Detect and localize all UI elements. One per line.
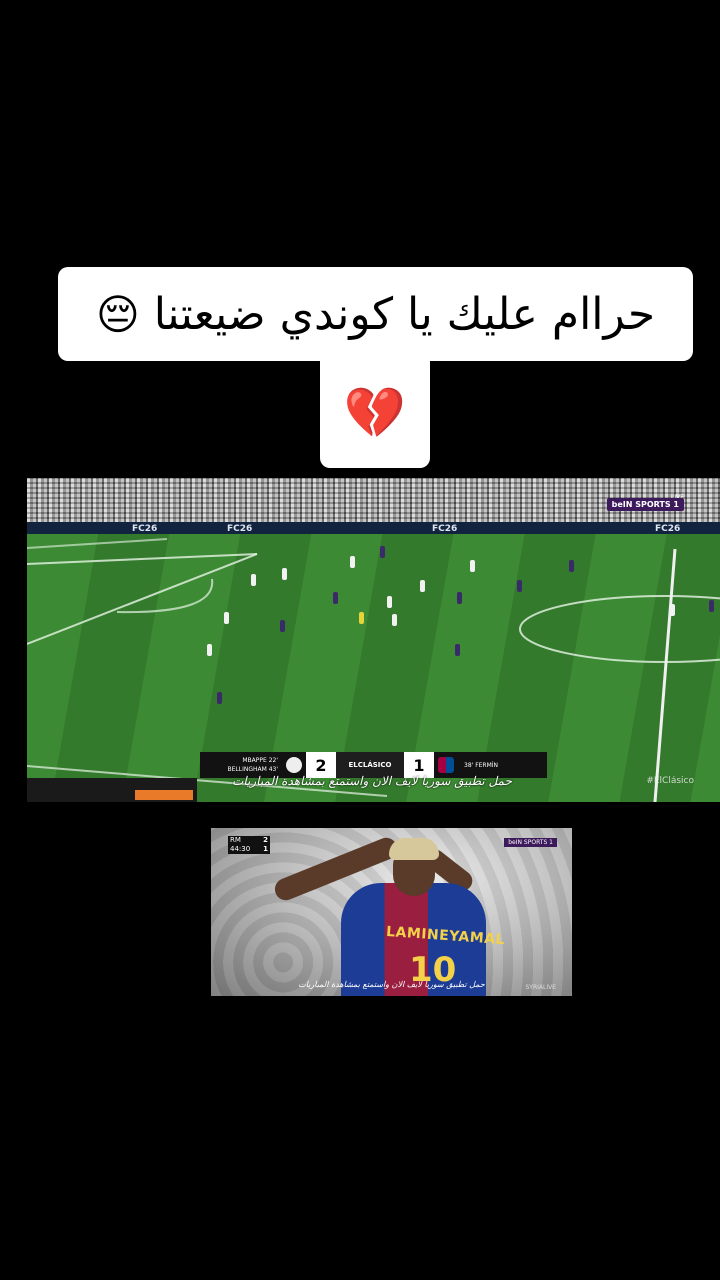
watermark-stamp: SYRIALIVE xyxy=(525,984,556,991)
player xyxy=(709,600,714,612)
player xyxy=(670,604,675,616)
player-hair xyxy=(389,838,439,860)
player xyxy=(350,556,355,568)
home-scorer: MBAPPE 22' xyxy=(242,757,278,764)
mini-scoreboard: RM 2 44:30 1 xyxy=(228,836,270,854)
player xyxy=(207,644,212,656)
mini-away-score: 1 xyxy=(263,845,268,853)
home-scorer: BELLINGHAM 43' xyxy=(227,766,278,773)
broken-heart-emoji-icon: 💔 xyxy=(343,383,407,442)
channel-logo-small: beIN SPORTS 1 xyxy=(504,838,557,847)
caption-text: حراام عليك يا كوندي ضيعتنا xyxy=(153,288,656,340)
pensive-face-emoji-icon: 😔 xyxy=(95,289,140,339)
player xyxy=(470,560,475,572)
player xyxy=(333,592,338,604)
player xyxy=(420,580,425,592)
mini-home-score: 2 xyxy=(263,836,268,844)
video-caption: حراام عليك يا كوندي ضيعتنا 😔 xyxy=(58,267,693,361)
player xyxy=(569,560,574,572)
player xyxy=(282,568,287,580)
player xyxy=(280,620,285,632)
match-broadcast-frame[interactable]: FC26 FC26 FC26 FC26 LIVE beIN SPORTS 1 xyxy=(27,478,720,802)
mini-clock: 44:30 xyxy=(230,845,251,853)
player xyxy=(387,596,392,608)
player xyxy=(392,614,397,626)
referee xyxy=(359,612,364,624)
player xyxy=(380,546,385,558)
player xyxy=(517,580,522,592)
player xyxy=(455,644,460,656)
hashtag-watermark: #ElClásico xyxy=(646,776,694,786)
player-reaction-replay[interactable]: LAMINEYAMAL 10 RM 2 44:30 1 beIN SPORTS … xyxy=(211,828,572,996)
caption-continuation: 💔 xyxy=(320,358,430,468)
player xyxy=(217,692,222,704)
player xyxy=(251,574,256,586)
promo-overlay-text-small: حمل تطبيق سوريا لايف الان واستمتع بمشاهد… xyxy=(298,980,485,989)
player xyxy=(224,612,229,624)
promo-overlay-text: حمل تطبيق سوريا لايف الان واستمتع بمشاهد… xyxy=(232,774,512,788)
channel-logo: beIN SPORTS 1 xyxy=(606,498,684,511)
player xyxy=(457,592,462,604)
foreground-ad-strip xyxy=(27,778,197,802)
